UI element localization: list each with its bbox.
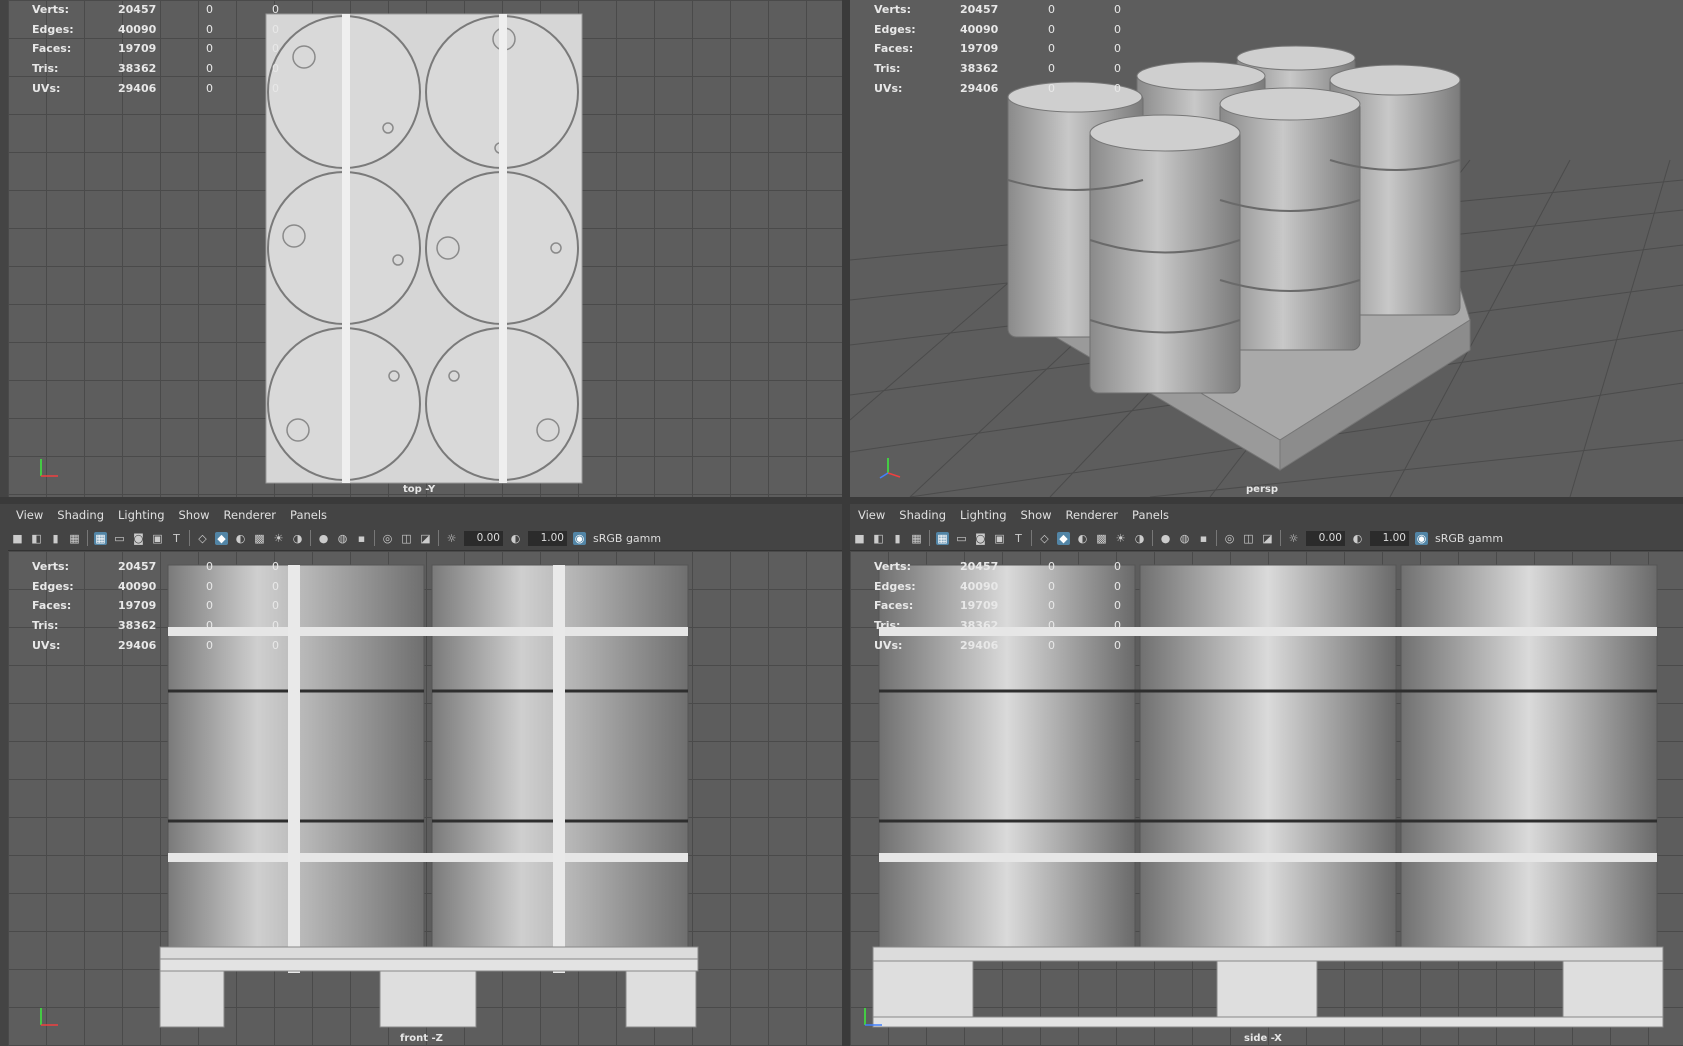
shadows-icon[interactable]: ◑ [291,532,304,545]
gamma-field[interactable]: 1.00 [1370,530,1409,546]
camera-label: persp [1246,484,1278,495]
smooth-shade-icon[interactable]: ◆ [1057,531,1070,545]
camera-label: front -Z [400,1033,443,1044]
menu-view[interactable]: View [16,508,43,522]
menu-renderer[interactable]: Renderer [224,508,277,522]
gamma-field[interactable]: 1.00 [528,530,567,546]
exposure-field[interactable]: 0.00 [1306,530,1345,546]
camera-icon[interactable]: ■ [11,532,24,545]
smooth-shade-icon[interactable]: ◆ [215,531,228,545]
menu-lighting[interactable]: Lighting [118,508,164,522]
camera-icon[interactable]: ■ [853,532,866,545]
isolate-select-icon[interactable]: ▪ [355,532,368,545]
menu-renderer[interactable]: Renderer [1066,508,1119,522]
poly-count-hud: Verts: 20457 0 0 Edges: 40090 0 0 Faces: 19709 0… [874,3,1121,95]
use-lights-icon[interactable]: ☀ [272,532,285,545]
grid-icon[interactable]: ▦ [94,531,107,545]
viewport-side[interactable]: Verts: 20457 0 0 Edges: 40090 0 0 Faces: 19709 0… [850,551,1683,1046]
film-gate-icon[interactable]: ▭ [113,532,126,545]
textured-icon[interactable]: ▩ [253,532,266,545]
bookmark-icon[interactable]: ▮ [49,532,62,545]
xray-joints-icon[interactable]: ◍ [1178,532,1191,545]
viewport-side-panel: View Shading Lighting Show Renderer Pane… [850,504,1683,1046]
panel-toolbar: ■ ◧ ▮ ▦ ▦ ▭ ◙ ▣ T ◇ ◆ ◐ ▩ ☀ ◑ ● ◍ ▪ ◎ ◫ … [850,526,1683,551]
viewport-menubar: View Shading Lighting Show Renderer Pane… [8,504,842,526]
safe-action-icon[interactable]: ▣ [993,532,1006,545]
xray-icon[interactable]: ● [1159,532,1172,545]
ssao-icon[interactable]: ◎ [381,532,394,545]
wireframe-on-shaded-icon[interactable]: ◐ [1076,532,1089,545]
axis-gizmo-icon [864,1008,882,1026]
poly-count-hud: Verts: 20457 0 0 Edges: 40090 0 0 Faces: 19709 0… [32,3,279,95]
ssao-icon[interactable]: ◎ [1223,532,1236,545]
textured-icon[interactable]: ▩ [1095,532,1108,545]
xray-joints-icon[interactable]: ◍ [336,532,349,545]
viewport-persp[interactable]: Verts: 20457 0 0 Edges: 40090 0 0 Faces: 19709 0… [850,0,1683,497]
anti-aliasing-icon[interactable]: ◪ [1261,532,1274,545]
resolution-gate-icon[interactable]: ◙ [132,532,145,545]
safe-title-icon[interactable]: T [1012,532,1025,545]
viewport-front-panel: View Shading Lighting Show Renderer Pane… [8,504,842,1046]
xray-icon[interactable]: ● [317,532,330,545]
image-plane-icon[interactable]: ▦ [68,532,81,545]
viewport-menubar: View Shading Lighting Show Renderer Pane… [850,504,1683,526]
panel-toolbar: ■ ◧ ▮ ▦ ▦ ▭ ◙ ▣ T ◇ ◆ ◐ ▩ ☀ ◑ ● ◍ ▪ ◎ ◫ … [8,526,842,551]
pane-divider-vertical[interactable] [842,0,850,1046]
menu-view[interactable]: View [858,508,885,522]
safe-title-icon[interactable]: T [170,532,183,545]
camera-attributes-icon[interactable]: ◧ [30,532,43,545]
colorspace-select[interactable]: sRGB gamm [593,532,661,545]
viewport-top[interactable]: Verts: 20457 0 0 Edges: 40090 0 0 Faces: 19709 0… [8,0,842,497]
resolution-gate-icon[interactable]: ◙ [974,532,987,545]
pane-divider-horizontal[interactable] [0,497,1683,504]
color-management-icon[interactable]: ◉ [573,531,586,545]
exposure-icon: ☼ [1288,531,1299,545]
motion-blur-icon[interactable]: ◫ [1242,532,1255,545]
bookmark-icon[interactable]: ▮ [891,532,904,545]
camera-label: side -X [1244,1033,1282,1044]
camera-label: top -Y [403,484,436,495]
menu-shading[interactable]: Shading [899,508,946,522]
grid-icon[interactable]: ▦ [936,531,949,545]
menu-show[interactable]: Show [1021,508,1052,522]
use-lights-icon[interactable]: ☀ [1114,532,1127,545]
colorspace-select[interactable]: sRGB gamm [1435,532,1503,545]
anti-aliasing-icon[interactable]: ◪ [419,532,432,545]
gamma-icon: ◐ [510,531,521,545]
isolate-select-icon[interactable]: ▪ [1197,532,1210,545]
motion-blur-icon[interactable]: ◫ [400,532,413,545]
axis-gizmo-icon [40,459,58,477]
menu-panels[interactable]: Panels [290,508,327,522]
axis-gizmo-icon [879,458,901,479]
axis-gizmo-icon [40,1008,58,1026]
color-management-icon[interactable]: ◉ [1415,531,1428,545]
wireframe-icon[interactable]: ◇ [196,532,209,545]
film-gate-icon[interactable]: ▭ [955,532,968,545]
image-plane-icon[interactable]: ▦ [910,532,923,545]
gamma-icon: ◐ [1352,531,1363,545]
poly-count-hud: Verts: 20457 0 0 Edges: 40090 0 0 Faces: 19709 0… [32,560,279,652]
shadows-icon[interactable]: ◑ [1133,532,1146,545]
menu-panels[interactable]: Panels [1132,508,1169,522]
menu-lighting[interactable]: Lighting [960,508,1006,522]
menu-show[interactable]: Show [179,508,210,522]
wireframe-icon[interactable]: ◇ [1038,532,1051,545]
viewport-front[interactable]: Verts: 20457 0 0 Edges: 40090 0 0 Faces: 19709 0… [8,551,842,1046]
safe-action-icon[interactable]: ▣ [151,532,164,545]
menu-shading[interactable]: Shading [57,508,104,522]
poly-count-hud: Verts: 20457 0 0 Edges: 40090 0 0 Faces: 19709 0… [874,560,1121,652]
exposure-field[interactable]: 0.00 [464,530,503,546]
exposure-icon: ☼ [446,531,457,545]
wireframe-on-shaded-icon[interactable]: ◐ [234,532,247,545]
camera-attributes-icon[interactable]: ◧ [872,532,885,545]
